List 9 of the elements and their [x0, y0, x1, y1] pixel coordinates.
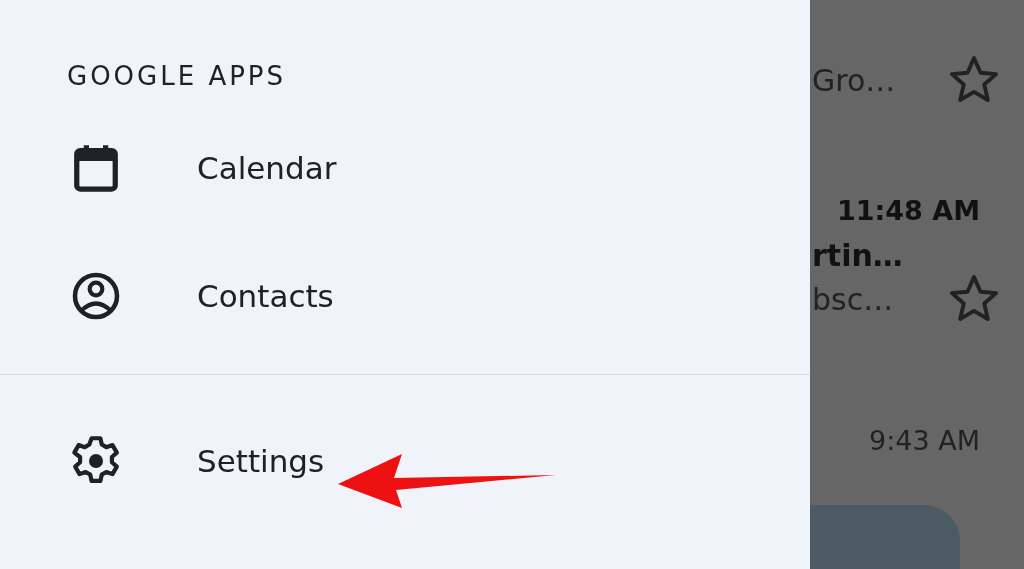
email-snippet: bsc… [812, 281, 894, 317]
email-sender: rtin… [812, 238, 903, 273]
drawer-item[interactable]: Settings [0, 429, 810, 493]
section-heading: GOOGLE APPS [67, 60, 287, 93]
email-time: 11:48 AM [836, 195, 980, 226]
drawer-item[interactable]: Contacts [0, 264, 810, 328]
email-time: 9:43 AM [869, 425, 980, 456]
drawer-item[interactable]: Calendar [0, 136, 810, 200]
email-subject: Gro… [812, 62, 896, 98]
